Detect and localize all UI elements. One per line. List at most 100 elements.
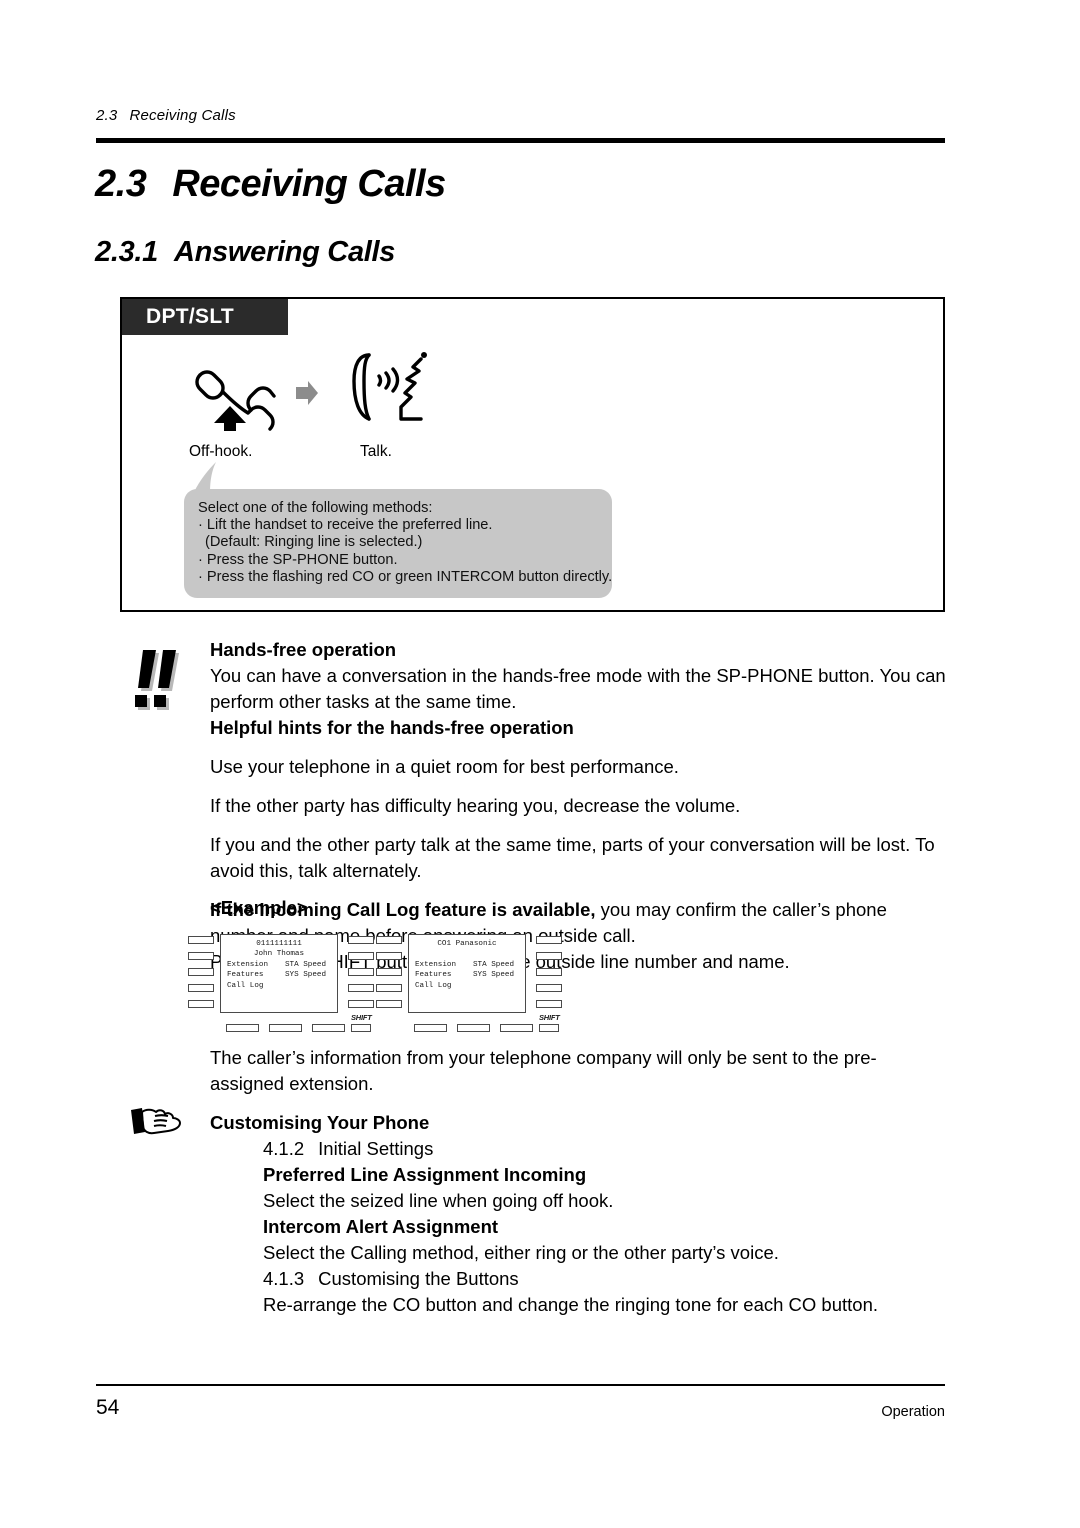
- page-number: 54: [96, 1396, 120, 1419]
- side-button: [376, 968, 402, 976]
- customising-item-title: Customising the Buttons: [318, 1268, 519, 1289]
- procedure-box-tab: DPT/SLT: [122, 299, 288, 335]
- running-header-text: Receiving Calls: [129, 107, 236, 124]
- side-button: [536, 1000, 562, 1008]
- offhook-handset-icon: [195, 370, 276, 431]
- customising-section: The caller’s information from your telep…: [210, 1045, 950, 1318]
- bubble-line-2: · Lift the handset to receive the prefer…: [198, 517, 493, 534]
- hands-free-heading: Hands-free operation: [210, 639, 397, 660]
- side-button: [348, 968, 374, 976]
- phone-display-diagram-1: 0111111111 John Thomas Extension STA Spee…: [188, 934, 396, 1034]
- side-button: [188, 952, 214, 960]
- lcd-screen-2: CO1 Panasonic Extension STA Speed Feature…: [408, 934, 526, 1013]
- shift-label: SHIFT: [351, 1013, 372, 1022]
- side-button: [188, 968, 214, 976]
- customising-item-title: Initial Settings: [318, 1138, 434, 1159]
- footer-section-label: Operation: [881, 1404, 945, 1420]
- step-label-offhook: Off-hook.: [189, 443, 253, 460]
- side-button: [536, 984, 562, 992]
- bottom-button: [226, 1024, 259, 1032]
- lcd-cell: Call Log: [415, 981, 452, 990]
- side-button: [536, 968, 562, 976]
- lcd-line: Call Log: [409, 981, 525, 991]
- bottom-button: [312, 1024, 345, 1032]
- bottom-button: [414, 1024, 447, 1032]
- hands-free-para-1: You can have a conversation in the hands…: [210, 665, 946, 712]
- customising-item-number: 4.1.3: [263, 1268, 305, 1289]
- bottom-button: [500, 1024, 533, 1032]
- side-button: [348, 952, 374, 960]
- lcd-line: John Thomas: [253, 950, 305, 959]
- lcd-cell: STA Speed: [285, 960, 327, 969]
- side-button: [376, 936, 402, 944]
- lcd-line: 0111111111: [256, 940, 302, 948]
- section-title-number: 2.3.1: [95, 236, 158, 268]
- intercom-alert-desc: Select the Calling method, either ring o…: [263, 1242, 779, 1263]
- side-button: [376, 1000, 402, 1008]
- hands-free-para-4: If you and the other party talk at the s…: [210, 834, 935, 881]
- lcd-cell: Extension: [227, 960, 269, 969]
- example-label: <Example>: [210, 897, 308, 918]
- side-button: [348, 936, 374, 944]
- page-title-text: Receiving Calls: [172, 163, 446, 205]
- lcd-line: Extension STA Speed: [409, 960, 525, 970]
- side-button: [348, 984, 374, 992]
- customising-item-412: 4.1.2 Initial Settings: [210, 1136, 950, 1162]
- customising-buttons-desc: Re-arrange the CO button and change the …: [263, 1294, 879, 1315]
- side-button: [348, 1000, 374, 1008]
- lcd-line: [409, 949, 525, 959]
- hands-free-para-3: If the other party has difficulty hearin…: [210, 795, 741, 816]
- bubble-line-3: (Default: Ringing line is selected.): [205, 534, 423, 551]
- document-page: 2.3 Receiving Calls 2.3 Receiving Calls 2.…: [0, 0, 1080, 1528]
- lcd-line: Features SYS Speed: [409, 970, 525, 980]
- lcd-line: Call Log: [221, 981, 337, 991]
- procedure-steps: Off-hook. Talk.: [122, 349, 943, 469]
- shift-button: [539, 1024, 559, 1032]
- lcd-line: Extension STA Speed: [221, 960, 337, 970]
- hands-free-section: Hands-free operation You can have a conv…: [210, 637, 950, 975]
- lcd-cell: Features: [227, 971, 264, 980]
- side-button: [188, 1000, 214, 1008]
- shift-label: SHIFT: [539, 1013, 560, 1022]
- bubble-line-5: · Press the flashing red CO or green INT…: [198, 568, 613, 585]
- running-header: 2.3 Receiving Calls: [96, 107, 236, 124]
- customising-item-number: 4.1.2: [263, 1138, 305, 1159]
- preferred-line-assignment: Preferred Line Assignment Incoming: [263, 1164, 587, 1185]
- header-rule: [96, 138, 945, 143]
- shift-button: [351, 1024, 371, 1032]
- caller-info-note: The caller’s information from your telep…: [210, 1047, 877, 1094]
- bottom-button: [457, 1024, 490, 1032]
- customising-item-413: 4.1.3 Customising the Buttons: [210, 1266, 950, 1292]
- talking-handset-icon: [352, 352, 427, 421]
- section-title-text: Answering Calls: [174, 236, 396, 268]
- speech-bubble: Select one of the following methods: · L…: [184, 489, 613, 599]
- running-header-number: 2.3: [96, 107, 118, 124]
- procedure-box: DPT/SLT Off-hook. Talk. Select one of th…: [120, 297, 945, 612]
- speech-bubble-tail: [194, 462, 216, 492]
- double-exclamation-icon: [135, 650, 179, 710]
- lcd-cell: Features: [415, 971, 452, 980]
- pointing-hand-icon: [131, 1108, 181, 1135]
- bubble-line-1: Select one of the following methods:: [198, 500, 433, 516]
- side-button: [188, 984, 214, 992]
- bubble-line-4: · Press the SP-PHONE button.: [198, 551, 398, 568]
- footer-rule: [96, 1384, 945, 1386]
- side-button: [376, 952, 402, 960]
- side-button: [376, 984, 402, 992]
- lcd-cell: STA Speed: [473, 960, 515, 969]
- page-title-number: 2.3: [95, 163, 147, 205]
- right-arrow-icon: [296, 381, 318, 405]
- preferred-line-desc: Select the seized line when going off ho…: [263, 1190, 614, 1211]
- hands-free-para-2: Use your telephone in a quiet room for b…: [210, 756, 679, 777]
- intercom-alert-assignment: Intercom Alert Assignment: [263, 1216, 499, 1237]
- lcd-cell: SYS Speed: [285, 971, 327, 980]
- section-title: 2.3.1 Answering Calls: [95, 236, 395, 269]
- lcd-cell: SYS Speed: [473, 971, 515, 980]
- side-button: [536, 936, 562, 944]
- side-button: [536, 952, 562, 960]
- lcd-line: Features SYS Speed: [221, 970, 337, 980]
- lcd-line: CO1 Panasonic: [437, 940, 497, 948]
- customising-heading: Customising Your Phone: [210, 1112, 430, 1133]
- lcd-cell: Extension: [415, 960, 457, 969]
- lcd-screen-1: 0111111111 John Thomas Extension STA Spee…: [220, 934, 338, 1013]
